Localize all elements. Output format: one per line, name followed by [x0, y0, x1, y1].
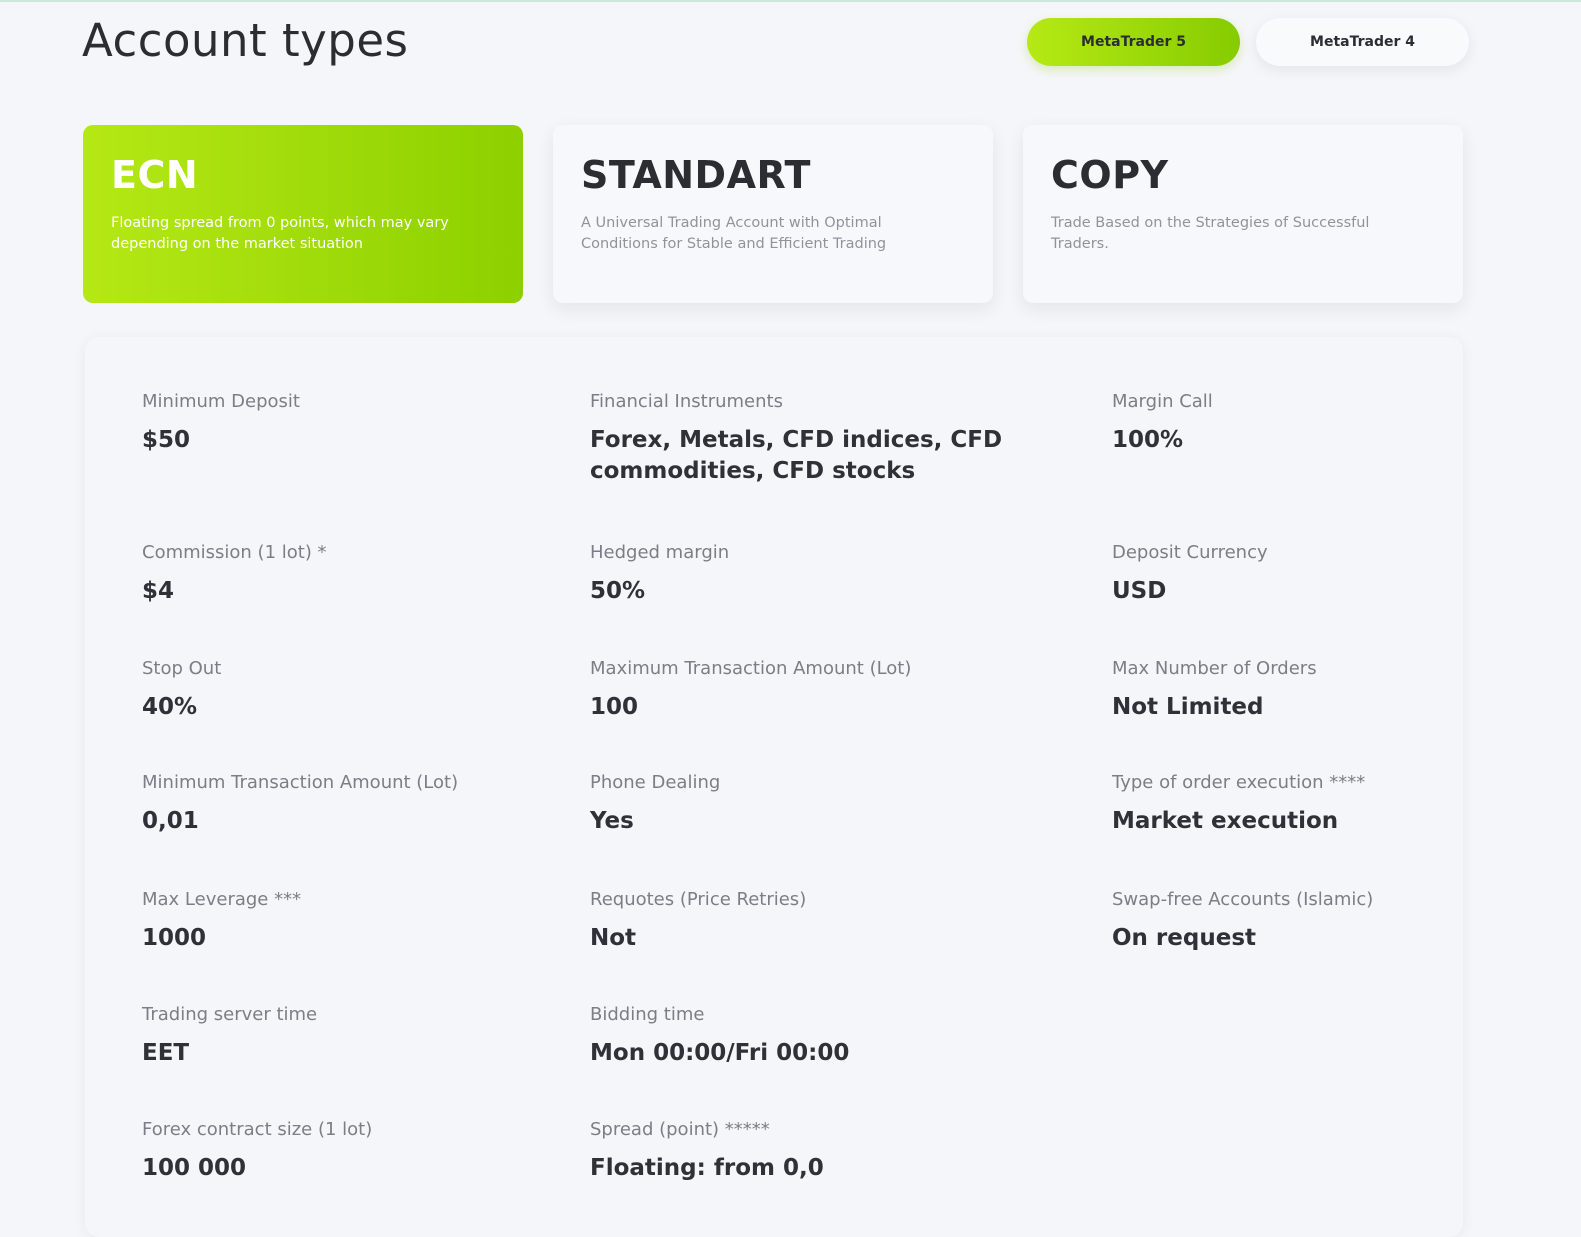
card-title: STANDART [581, 153, 811, 197]
spec-value: $50 [142, 427, 191, 453]
card-description: Floating spread from 0 points, which may… [111, 215, 449, 252]
spec-server-time: Trading server time EET [142, 1004, 317, 1069]
spec-requotes: Requotes (Price Retries) Not [590, 889, 806, 954]
metatrader4-button[interactable]: MetaTrader 4 [1256, 18, 1469, 66]
spec-label: Spread (point) ***** [590, 1119, 770, 1140]
spec-value: Market execution [1112, 808, 1339, 834]
spec-label: Hedged margin [590, 542, 730, 563]
spec-max-orders: Max Number of Orders Not Limited [1112, 658, 1317, 723]
spec-label: Minimum Deposit [142, 391, 300, 412]
spec-label: Commission (1 lot) * [142, 542, 327, 563]
account-card-ecn[interactable]: ECN Floating spread from 0 points, which… [83, 125, 523, 303]
spec-label: Margin Call [1112, 391, 1213, 412]
spec-label: Type of order execution **** [1112, 772, 1366, 793]
spec-label: Max Number of Orders [1112, 658, 1317, 679]
spec-value: 100 000 [142, 1155, 247, 1181]
spec-value: EET [142, 1040, 190, 1066]
card-title: COPY [1051, 153, 1169, 197]
spec-financial-instruments: Financial Instruments Forex, Metals, CFD… [590, 391, 1010, 487]
card-description: Trade Based on the Strategies of Success… [1051, 215, 1370, 252]
spec-min-transaction: Minimum Transaction Amount (Lot) 0,01 [142, 772, 458, 837]
spec-value: On request [1112, 925, 1256, 951]
spec-label: Maximum Transaction Amount (Lot) [590, 658, 912, 679]
spec-label: Bidding time [590, 1004, 705, 1025]
spec-value: Mon 00:00/Fri 00:00 [590, 1040, 850, 1066]
page-title: Account types [82, 14, 409, 67]
spec-label: Financial Instruments [590, 391, 783, 412]
spec-bidding-time: Bidding time Mon 00:00/Fri 00:00 [590, 1004, 849, 1069]
spec-value: 100% [1112, 427, 1184, 453]
spec-order-execution: Type of order execution **** Market exec… [1112, 772, 1365, 837]
spec-deposit-currency: Deposit Currency USD [1112, 542, 1268, 607]
spec-stop-out: Stop Out 40% [142, 658, 221, 723]
spec-label: Trading server time [142, 1004, 318, 1025]
spec-value: $4 [142, 578, 175, 604]
spec-label: Requotes (Price Retries) [590, 889, 807, 910]
spec-hedged-margin: Hedged margin 50% [590, 542, 729, 607]
top-divider [0, 0, 1581, 2]
spec-label: Deposit Currency [1112, 542, 1268, 563]
metatrader5-button[interactable]: MetaTrader 5 [1027, 18, 1240, 66]
spec-value: Floating: from 0,0 [590, 1155, 824, 1181]
spec-value: Not Limited [1112, 694, 1264, 720]
spec-swap-free: Swap-free Accounts (Islamic) On request [1112, 889, 1373, 954]
spec-value: Forex, Metals, CFD indices, CFD commodit… [590, 427, 1003, 484]
account-type-cards: ECN Floating spread from 0 points, which… [83, 125, 1463, 303]
spec-value: Not [590, 925, 637, 951]
spec-value: 100 [590, 694, 639, 720]
spec-label: Forex contract size (1 lot) [142, 1119, 373, 1140]
spec-value: 1000 [142, 925, 207, 951]
spec-value: 40% [142, 694, 198, 720]
spec-commission: Commission (1 lot) * $4 [142, 542, 327, 607]
spec-contract-size: Forex contract size (1 lot) 100 000 [142, 1119, 372, 1184]
spec-value: USD [1112, 578, 1167, 604]
spec-label: Phone Dealing [590, 772, 721, 793]
spec-max-transaction: Maximum Transaction Amount (Lot) 100 [590, 658, 911, 723]
account-card-standart[interactable]: STANDART A Universal Trading Account wit… [553, 125, 993, 303]
spec-label: Swap-free Accounts (Islamic) [1112, 889, 1374, 910]
spec-minimum-deposit: Minimum Deposit $50 [142, 391, 300, 456]
account-specs-panel: Minimum Deposit $50 Financial Instrument… [85, 337, 1463, 1237]
spec-label: Max Leverage *** [142, 889, 302, 910]
spec-label: Minimum Transaction Amount (Lot) [142, 772, 459, 793]
platform-toggle: MetaTrader 5 MetaTrader 4 [1027, 18, 1469, 66]
spec-margin-call: Margin Call 100% [1112, 391, 1213, 456]
spec-max-leverage: Max Leverage *** 1000 [142, 889, 301, 954]
card-title: ECN [111, 153, 199, 197]
card-description: A Universal Trading Account with Optimal… [581, 215, 887, 252]
spec-phone-dealing: Phone Dealing Yes [590, 772, 720, 837]
spec-label: Stop Out [142, 658, 222, 679]
spec-value: Yes [590, 808, 634, 834]
spec-value: 0,01 [142, 808, 199, 834]
account-card-copy[interactable]: COPY Trade Based on the Strategies of Su… [1023, 125, 1463, 303]
spec-spread: Spread (point) ***** Floating: from 0,0 [590, 1119, 824, 1184]
spec-value: 50% [590, 578, 646, 604]
